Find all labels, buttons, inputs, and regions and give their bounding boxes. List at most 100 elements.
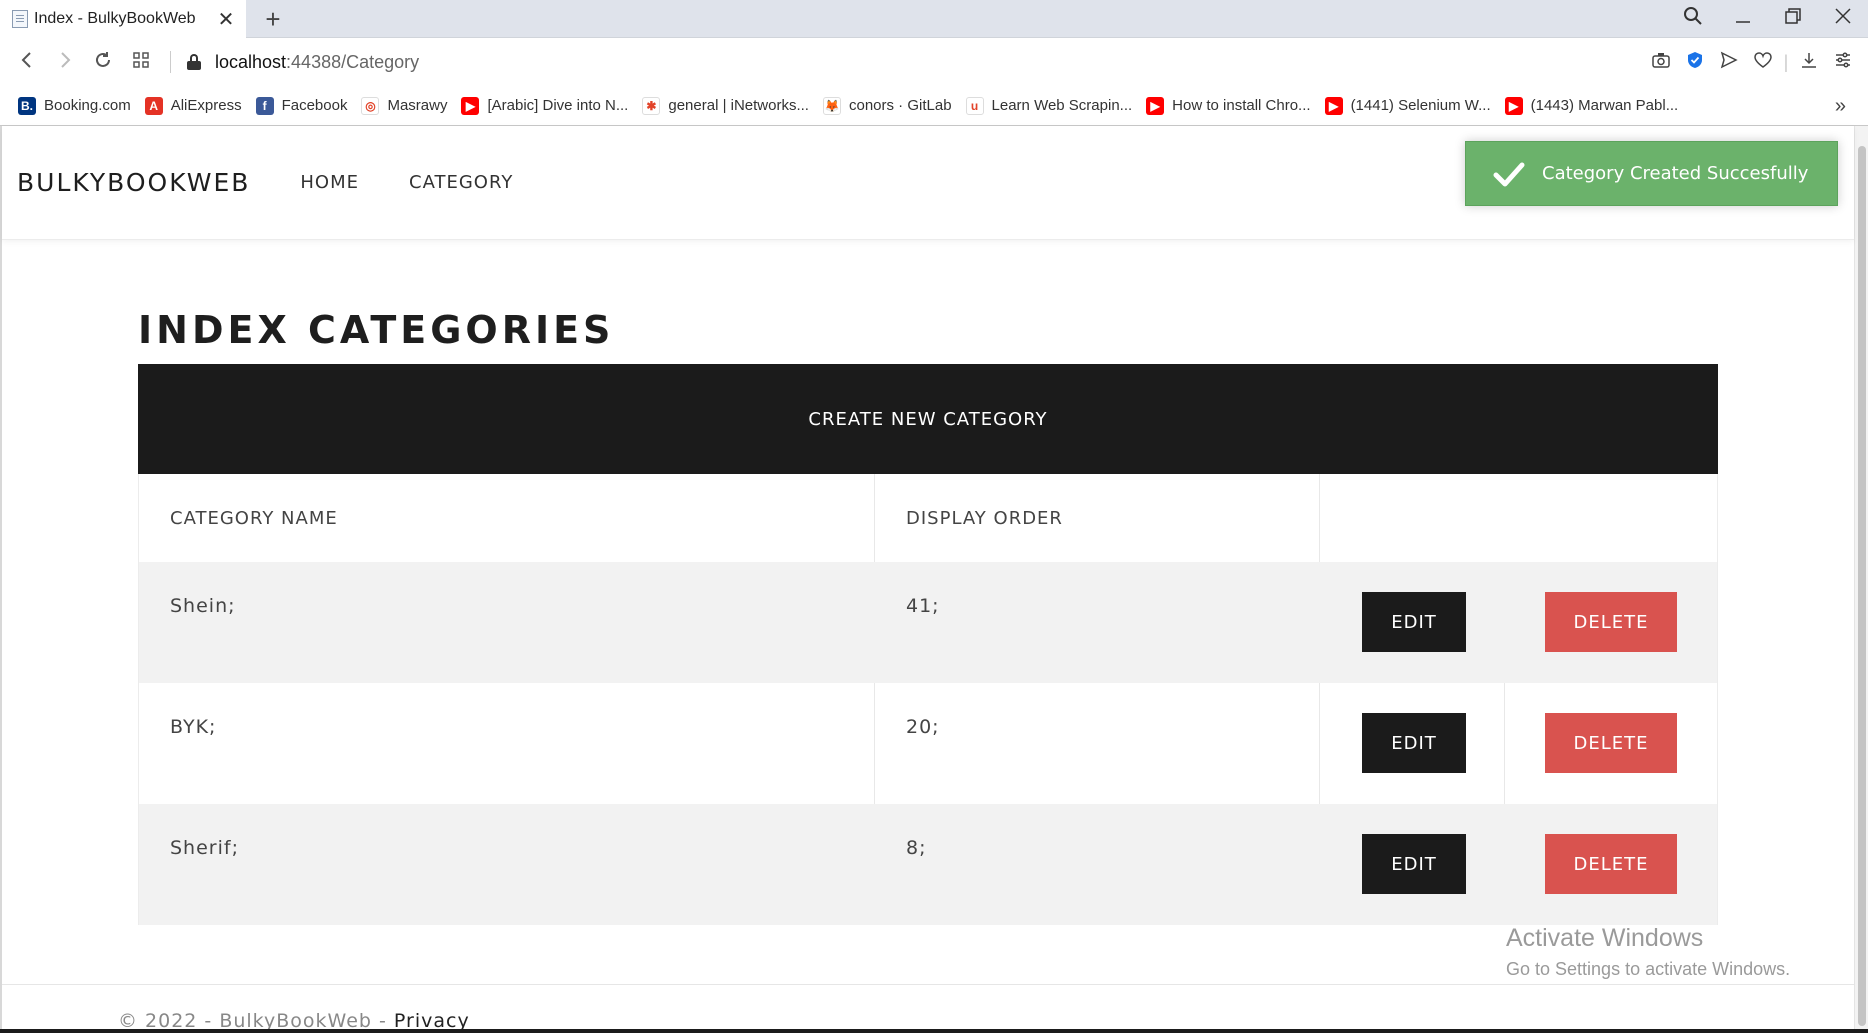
nav-link-category[interactable]: CATEGORY bbox=[409, 172, 513, 193]
site-brand[interactable]: BULKYBOOKWEB bbox=[17, 168, 250, 197]
checkmark-icon bbox=[1493, 162, 1525, 186]
bookmark-label: Masrawy bbox=[387, 97, 448, 114]
speed-dial-icon[interactable] bbox=[122, 49, 160, 75]
bookmark-item[interactable]: ▶ How to install Chro... bbox=[1146, 96, 1311, 115]
nav-link-home[interactable]: HOME bbox=[300, 172, 359, 193]
close-window-icon[interactable] bbox=[1818, 7, 1868, 31]
cell-order: 41; bbox=[875, 562, 1320, 683]
table-row: Sherif; 8; EDIT DELETE bbox=[139, 804, 1717, 925]
bookmark-label: conors · GitLab bbox=[848, 97, 952, 114]
bookmarks-bar: B. Booking.com A AliExpress f Facebook ◎ Masraw… bbox=[0, 86, 1868, 126]
bookmark-label: general | iNetworks... bbox=[668, 97, 809, 114]
cell-edit: EDIT bbox=[1320, 683, 1505, 804]
bookmark-label: Facebook bbox=[281, 97, 348, 114]
edit-button[interactable]: EDIT bbox=[1362, 713, 1466, 773]
watermark-subtitle: Go to Settings to activate Windows. bbox=[1506, 959, 1791, 979]
watermark-title: Activate Windows bbox=[1506, 924, 1704, 952]
table-row: BYK; 20; EDIT DELETE bbox=[139, 683, 1717, 804]
separator-icon: | bbox=[1783, 51, 1789, 72]
cell-edit: EDIT bbox=[1320, 562, 1505, 683]
forward-icon[interactable] bbox=[46, 49, 84, 75]
windows-activation-watermark: Activate Windows Go to Settings to activ… bbox=[1506, 924, 1790, 980]
header-cell-actions-2 bbox=[1505, 474, 1717, 562]
masrawy-icon: ◎ bbox=[361, 96, 380, 115]
reload-icon[interactable] bbox=[84, 49, 122, 75]
bookmark-item[interactable]: ✱ general | iNetworks... bbox=[642, 96, 809, 115]
heart-icon[interactable] bbox=[1748, 51, 1778, 73]
lock-icon[interactable] bbox=[187, 54, 201, 70]
bookmark-item[interactable]: f Facebook bbox=[255, 96, 348, 115]
cell-order: 8; bbox=[875, 804, 1320, 925]
header-cell-actions bbox=[1320, 474, 1505, 562]
categories-table: CATEGORY NAME DISPLAY ORDER Shein; 41; E… bbox=[138, 474, 1718, 925]
bookmark-label: [Arabic] Dive into N... bbox=[487, 97, 629, 114]
browser-tab[interactable]: Index - BulkyBookWeb ✕ bbox=[0, 0, 246, 38]
slack-icon: ✱ bbox=[642, 96, 661, 115]
bookmark-item[interactable]: ◎ Masrawy bbox=[361, 96, 448, 115]
display-order: 8; bbox=[906, 837, 927, 859]
camera-icon[interactable] bbox=[1646, 52, 1676, 73]
scrollbar-thumb[interactable] bbox=[1858, 146, 1866, 1026]
minimize-icon[interactable] bbox=[1718, 7, 1768, 31]
page-title: INDEX CATEGORIES bbox=[138, 308, 615, 352]
page-favicon-icon bbox=[12, 10, 28, 28]
bookmark-item[interactable]: A AliExpress bbox=[144, 96, 242, 115]
gitlab-icon: 🦊 bbox=[822, 96, 841, 115]
restore-icon[interactable] bbox=[1768, 7, 1818, 31]
success-toast[interactable]: Category Created Succesfully bbox=[1465, 141, 1838, 206]
cell-order: 20; bbox=[875, 683, 1320, 804]
cell-delete: DELETE bbox=[1505, 683, 1717, 804]
column-header-category-name: CATEGORY NAME bbox=[170, 508, 338, 529]
download-icon[interactable] bbox=[1794, 51, 1824, 74]
youtube-icon: ▶ bbox=[1146, 96, 1165, 115]
header-cell-order: DISPLAY ORDER bbox=[875, 474, 1320, 562]
bookmark-item[interactable]: B. Booking.com bbox=[18, 96, 131, 115]
address-bar: localhost:44388/Category | bbox=[0, 38, 1868, 86]
table-header-row: CATEGORY NAME DISPLAY ORDER bbox=[139, 474, 1717, 562]
bookmark-item[interactable]: ▶ (1441) Selenium W... bbox=[1324, 96, 1491, 115]
bookmark-label: Learn Web Scrapin... bbox=[991, 97, 1133, 114]
toast-message: Category Created Succesfully bbox=[1542, 163, 1809, 184]
window-controls bbox=[1668, 0, 1868, 38]
header-cell-name: CATEGORY NAME bbox=[139, 474, 875, 562]
back-icon[interactable] bbox=[8, 49, 46, 75]
category-name: Shein; bbox=[170, 595, 236, 617]
easy-setup-icon[interactable] bbox=[1828, 51, 1858, 74]
tab-title: Index - BulkyBookWeb bbox=[34, 10, 196, 27]
page-left-border bbox=[0, 126, 2, 1033]
bookmark-item[interactable]: ▶ (1443) Marwan Pabl... bbox=[1504, 96, 1678, 115]
display-order: 20; bbox=[906, 716, 940, 738]
address-separator bbox=[170, 51, 171, 73]
aliexpress-icon: A bbox=[144, 96, 163, 115]
url-host: localhost bbox=[215, 51, 287, 72]
bookmark-item[interactable]: ▶ [Arabic] Dive into N... bbox=[461, 96, 629, 115]
delete-button[interactable]: DELETE bbox=[1545, 592, 1677, 652]
bookmark-item[interactable]: u Learn Web Scrapin... bbox=[965, 96, 1133, 115]
udemy-icon: u bbox=[965, 96, 984, 115]
table-row: Shein; 41; EDIT DELETE bbox=[139, 562, 1717, 683]
bookmark-item[interactable]: 🦊 conors · GitLab bbox=[822, 96, 952, 115]
bookmark-label: How to install Chro... bbox=[1172, 97, 1311, 114]
browser-tab-strip: Index - BulkyBookWeb ✕ + bbox=[0, 0, 1868, 38]
delete-button[interactable]: DELETE bbox=[1545, 834, 1677, 894]
tab-close-icon[interactable]: ✕ bbox=[214, 7, 238, 32]
taskbar-edge bbox=[0, 1029, 1868, 1033]
new-tab-button[interactable]: + bbox=[258, 4, 288, 34]
vpn-shield-icon[interactable] bbox=[1680, 51, 1710, 74]
display-order: 41; bbox=[906, 595, 940, 617]
url-field[interactable]: localhost:44388/Category bbox=[215, 52, 419, 73]
search-tabs-icon[interactable] bbox=[1668, 6, 1718, 32]
delete-button[interactable]: DELETE bbox=[1545, 713, 1677, 773]
edit-button[interactable]: EDIT bbox=[1362, 834, 1466, 894]
send-icon[interactable] bbox=[1714, 51, 1744, 74]
bookmark-label: AliExpress bbox=[170, 97, 242, 114]
bookmark-label: (1441) Selenium W... bbox=[1350, 97, 1491, 114]
url-path: :44388/Category bbox=[286, 51, 420, 72]
cell-delete: DELETE bbox=[1505, 562, 1717, 683]
cell-delete: DELETE bbox=[1505, 804, 1717, 925]
edit-button[interactable]: EDIT bbox=[1362, 592, 1466, 652]
youtube-icon: ▶ bbox=[1324, 96, 1343, 115]
create-category-button[interactable]: CREATE NEW CATEGORY bbox=[138, 364, 1718, 474]
cell-name: Sherif; bbox=[139, 804, 875, 925]
bookmarks-overflow-icon[interactable]: » bbox=[1835, 86, 1846, 126]
